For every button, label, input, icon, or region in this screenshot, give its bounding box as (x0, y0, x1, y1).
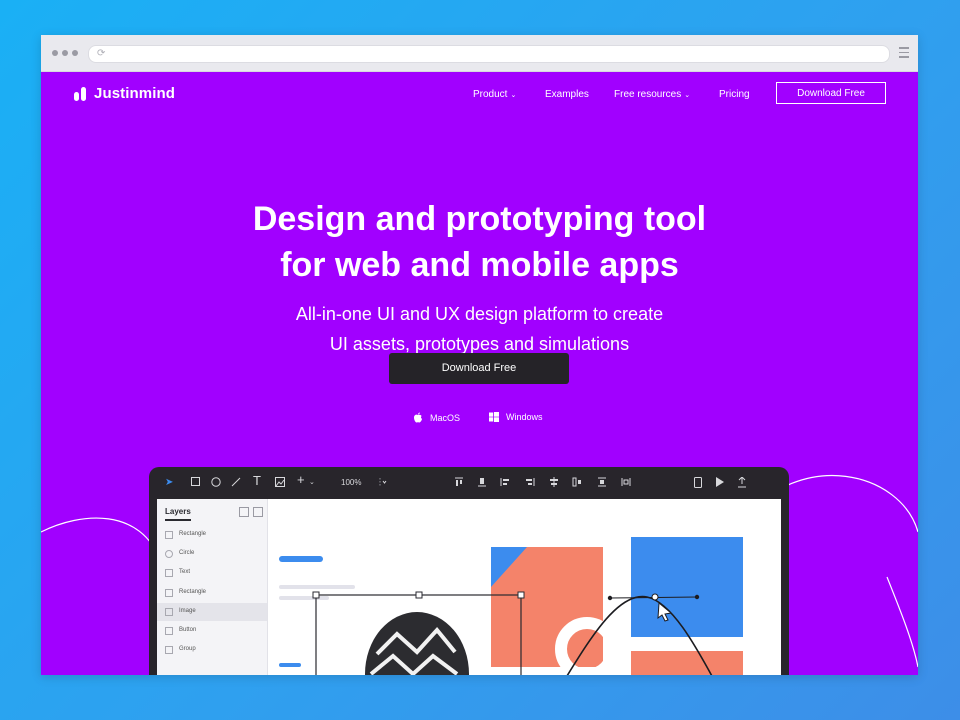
chevron-down-icon[interactable]: ⌄ (309, 477, 315, 489)
align-bottom-icon[interactable] (500, 477, 510, 491)
rectangle-tool-icon[interactable] (191, 477, 200, 490)
logo[interactable]: Justinmind (73, 85, 175, 102)
add-icon[interactable]: + (297, 473, 305, 486)
layer-item[interactable]: Text (157, 564, 267, 582)
app-toolbar: ➤ T + ⌄ 100% (149, 467, 789, 499)
macos-label: MacOS (430, 412, 461, 423)
device-icon[interactable] (694, 477, 702, 492)
layer-item-label: Text (179, 569, 191, 576)
nav-product-label: Product (473, 89, 508, 100)
layer-item-label: Circle (179, 550, 195, 557)
line-tool-icon[interactable] (231, 477, 241, 491)
bezier-anchor (694, 594, 700, 600)
nav-examples-label: Examples (545, 89, 589, 100)
play-simulation-icon[interactable] (715, 477, 725, 491)
selection-handle (415, 591, 423, 599)
nav-free-resources[interactable]: Free resources ⌄ (614, 89, 690, 100)
layer-item-label: Rectangle (179, 531, 207, 537)
rectangle-icon (165, 531, 173, 539)
layer-item[interactable]: Group (157, 641, 267, 659)
distribute-horizontal-icon[interactable] (621, 477, 631, 491)
text-icon (165, 569, 173, 578)
nav-pricing[interactable]: Pricing (719, 89, 750, 100)
layers-panel: Layers Rectangle Circle Text Rectangle Image… (157, 499, 268, 675)
layer-item-label: Button (179, 627, 197, 633)
text-line-placeholder (279, 585, 355, 589)
align-middle-icon[interactable] (477, 477, 487, 491)
layer-item[interactable]: Image (157, 602, 267, 621)
circle-icon (165, 550, 173, 559)
group-icon (165, 646, 173, 655)
layer-item-label: Group (179, 646, 196, 653)
reload-icon[interactable]: ⟳ (97, 48, 105, 60)
browser-menu-icon[interactable] (899, 47, 909, 61)
window-minimize-dot[interactable] (62, 50, 68, 56)
justinmind-logo-icon (74, 86, 86, 101)
blue-rectangle-shape (631, 537, 743, 637)
design-canvas[interactable]: Layers Rectangle Circle Text Rectangle Image… (157, 499, 781, 675)
layer-item[interactable]: Rectangle (157, 584, 267, 602)
layers-list-icon[interactable] (253, 507, 263, 517)
rectangle-icon (165, 588, 173, 597)
layer-item-label: Rectangle (179, 588, 207, 595)
nav-examples[interactable]: Examples (545, 89, 589, 100)
apple-icon (414, 412, 422, 423)
zoom-dropdown-icon[interactable] (379, 477, 387, 491)
layers-panel-title: Layers (165, 507, 191, 521)
blue-bar-shape (279, 663, 301, 667)
bezier-anchor (607, 595, 613, 601)
blue-bar-shape (279, 556, 323, 562)
button-icon (165, 627, 173, 635)
align-center-icon[interactable] (549, 477, 559, 491)
image-tool-icon[interactable] (275, 477, 285, 491)
browser-window: ⟳ Justinmind Product ⌄ Examples Free reso… (41, 35, 918, 675)
text-line-placeholder (279, 596, 329, 600)
layer-item-label: Image (179, 607, 196, 614)
canvas-artwork (279, 537, 743, 675)
layer-item[interactable]: Button (157, 622, 267, 640)
align-top-icon[interactable] (454, 477, 464, 491)
image-placeholder (365, 612, 469, 675)
image-icon (165, 607, 173, 616)
ellipse-tool-icon[interactable] (211, 477, 221, 491)
window-close-dot[interactable] (52, 50, 58, 56)
nav-product[interactable]: Product ⌄ (473, 89, 516, 100)
hero-title-line-2: for web and mobile apps (280, 246, 679, 284)
app-preview-window: ➤ T + ⌄ 100% Layers Rectangle Circle Tex… (149, 467, 789, 675)
nav-free-resources-label: Free resources (614, 89, 682, 100)
align-right-icon[interactable] (572, 477, 582, 491)
windows-label: Windows (506, 412, 543, 422)
landing-page: Justinmind Product ⌄ Examples Free resour… (41, 72, 918, 675)
layer-item[interactable]: Rectangle (157, 526, 267, 544)
logo-text: Justinmind (94, 85, 176, 102)
hero-title-line-1: Design and prototyping tool (252, 200, 707, 238)
chevron-down-icon: ⌄ (510, 92, 517, 99)
export-icon[interactable] (737, 476, 747, 492)
windows-icon (489, 412, 499, 422)
align-left-icon[interactable] (525, 477, 535, 491)
layer-item[interactable]: Circle (157, 545, 267, 563)
hero-download-button[interactable]: Download Free (389, 353, 569, 384)
text-tool-icon[interactable]: T (253, 474, 261, 487)
layers-grid-icon[interactable] (239, 507, 249, 517)
header-download-button[interactable]: Download Free (776, 82, 886, 104)
distribute-vertical-icon[interactable] (597, 477, 607, 491)
window-maximize-dot[interactable] (72, 50, 78, 56)
salmon-rectangle-shape (631, 651, 743, 675)
hero-subtitle-line-1: All-in-one UI and UX design platform to … (295, 304, 664, 324)
chevron-down-icon: ⌄ (684, 92, 691, 99)
browser-toolbar: ⟳ (41, 35, 918, 72)
windows-download-link[interactable]: Windows (489, 412, 543, 422)
nav-pricing-label: Pricing (719, 89, 750, 100)
selection-handle (517, 591, 525, 599)
macos-download-link[interactable]: MacOS (413, 412, 460, 423)
address-bar[interactable]: ⟳ (88, 45, 890, 63)
bezier-anchor (651, 593, 659, 601)
selection-handle (312, 591, 320, 599)
select-tool-icon[interactable]: ➤ (165, 477, 173, 489)
zoom-level[interactable]: 100% (341, 477, 361, 489)
